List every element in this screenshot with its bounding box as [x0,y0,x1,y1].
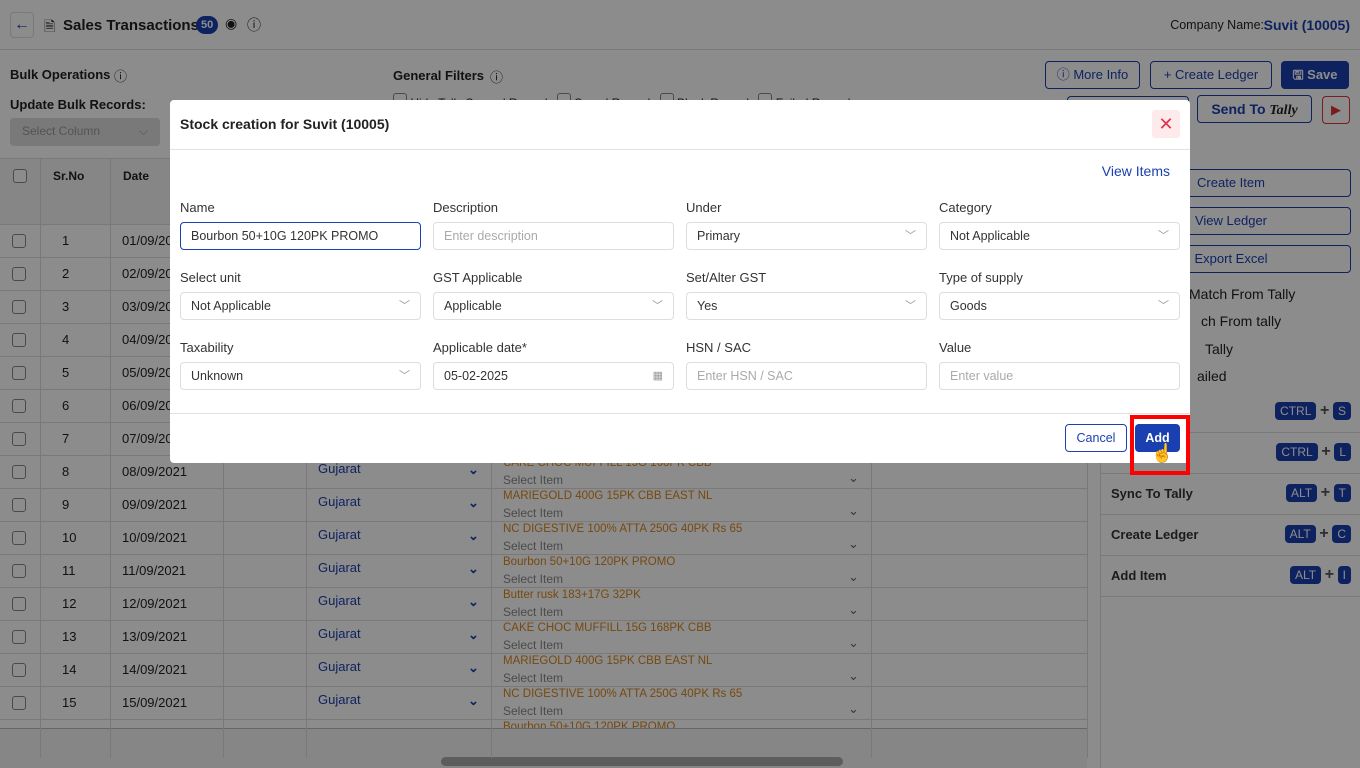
select-input[interactable]: Yes ﹀ [686,292,927,320]
field-value: Unknown [191,369,244,383]
field-label: Under [686,200,722,215]
field-value: Not Applicable [191,299,271,313]
text-input[interactable]: Bourbon 50+10G 120PK PROMO [180,222,421,250]
cancel-button[interactable]: Cancel [1065,424,1127,452]
select-input[interactable]: Not Applicable ﹀ [939,222,1180,250]
field-value: Yes [697,299,718,313]
field-label: Select unit [180,270,241,285]
form-field: GST Applicable Applicable ﹀ [433,270,674,320]
close-icon[interactable]: ✕ [1152,110,1180,138]
field-placeholder: Enter HSN / SAC [697,369,793,383]
select-input[interactable]: Primary ﹀ [686,222,927,250]
field-label: HSN / SAC [686,340,752,355]
chevron-down-icon: ﹀ [905,300,916,312]
field-value: Primary [697,229,741,243]
field-value: Bourbon 50+10G 120PK PROMO [191,229,379,243]
select-input[interactable]: Unknown ﹀ [180,362,421,390]
stock-creation-modal: Stock creation for Suvit (10005) ✕ View … [170,100,1190,463]
form-field: Under Primary ﹀ [686,200,927,250]
chevron-down-icon: ﹀ [1158,230,1169,242]
select-input[interactable]: Goods ﹀ [939,292,1180,320]
chevron-down-icon: ﹀ [1158,300,1169,312]
field-value: Goods [950,299,987,313]
chevron-down-icon: ﹀ [399,370,410,382]
form-field: Taxability Unknown ﹀ [180,340,421,390]
date-input[interactable]: 05-02-2025 ▦ [433,362,674,390]
text-input[interactable]: Enter HSN / SAC [686,362,927,390]
chevron-down-icon: ﹀ [905,230,916,242]
field-value: Applicable [444,299,502,313]
field-label: Applicable date* [433,340,527,355]
text-input[interactable]: Enter description [433,222,674,250]
field-label: Description [433,200,499,215]
form-field: Set/Alter GST Yes ﹀ [686,270,927,320]
field-label: Taxability [180,340,234,355]
form-field: Applicable date* 05-02-2025 ▦ [433,340,674,390]
field-label: Category [939,200,992,215]
field-label: Value [939,340,972,355]
form-field: Value Enter value [939,340,1180,390]
form-field: Description Enter description [433,200,674,250]
select-input[interactable]: Applicable ﹀ [433,292,674,320]
chevron-down-icon: ﹀ [399,300,410,312]
text-input[interactable]: Enter value [939,362,1180,390]
field-value: 05-02-2025 [444,369,508,383]
field-value: Not Applicable [950,229,1030,243]
field-label: Set/Alter GST [686,270,767,285]
form-field: Category Not Applicable ﹀ [939,200,1180,250]
form-field: Select unit Not Applicable ﹀ [180,270,421,320]
field-label: GST Applicable [433,270,523,285]
field-placeholder: Enter value [950,369,1014,383]
field-label: Name [180,200,215,215]
form-field: Type of supply Goods ﹀ [939,270,1180,320]
select-input[interactable]: Not Applicable ﹀ [180,292,421,320]
field-label: Type of supply [939,270,1023,285]
modal-header: Stock creation for Suvit (10005) ✕ [170,100,1190,150]
field-placeholder: Enter description [444,229,538,243]
modal-title: Stock creation for Suvit (10005) [180,116,390,132]
pointer-cursor-icon: ☝ [1151,443,1174,463]
chevron-down-icon: ﹀ [652,300,663,312]
form-field: Name Bourbon 50+10G 120PK PROMO [180,200,421,250]
form-field: HSN / SAC Enter HSN / SAC [686,340,927,390]
calendar-icon: ▦ [652,370,663,382]
view-items-link[interactable]: View Items [1102,163,1170,179]
